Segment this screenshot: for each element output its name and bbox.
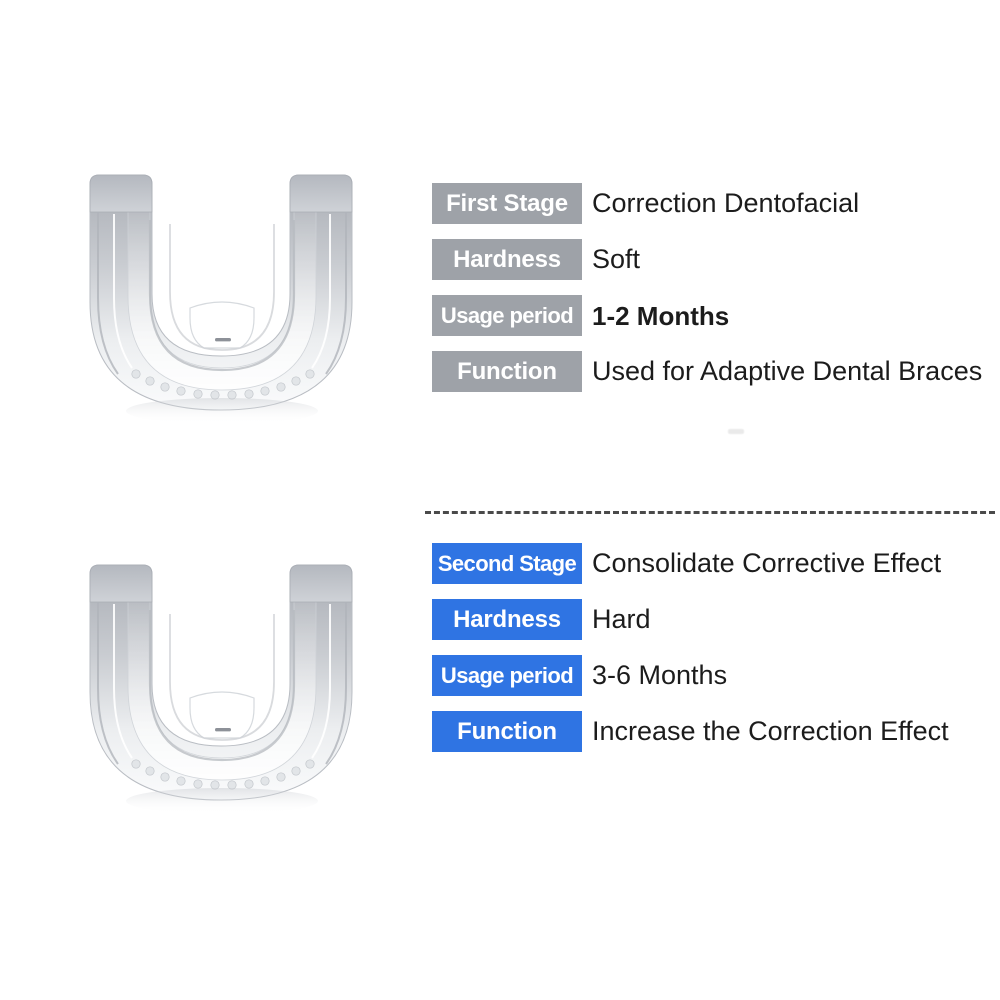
spec-value-stage: Correction Dentofacial bbox=[592, 188, 860, 218]
spec-row: Usage period 1-2 Months bbox=[432, 295, 998, 336]
spec-row: Hardness Soft bbox=[432, 239, 998, 280]
section-divider bbox=[425, 511, 995, 514]
spec-row: Usage period 3-6 Months bbox=[432, 655, 998, 696]
spec-value-usage-period: 1-2 Months bbox=[592, 300, 730, 331]
spec-value-stage: Consolidate Corrective Effect bbox=[592, 548, 942, 578]
spec-list-second-stage: Second Stage Consolidate Corrective Effe… bbox=[432, 543, 998, 752]
spec-value-function: Used for Adaptive Dental Braces bbox=[592, 356, 983, 386]
spec-label-usage-period: Usage period bbox=[432, 295, 582, 336]
spec-value-hardness: Soft bbox=[592, 244, 641, 274]
spec-label-stage: First Stage bbox=[432, 183, 582, 224]
dental-aligner-icon bbox=[89, 174, 353, 424]
spec-row: Hardness Hard bbox=[432, 599, 998, 640]
spec-row: Function Increase the Correction Effect bbox=[432, 711, 998, 752]
product-image-first-stage bbox=[72, 168, 372, 428]
spec-label-stage: Second Stage bbox=[432, 543, 582, 584]
spec-row: Second Stage Consolidate Corrective Effe… bbox=[432, 543, 998, 584]
infographic-canvas: First Stage Correction Dentofacial Hardn… bbox=[0, 0, 1000, 1000]
spec-value-hardness: Hard bbox=[592, 604, 651, 634]
spec-list-first-stage: First Stage Correction Dentofacial Hardn… bbox=[432, 183, 998, 392]
spec-value-function: Increase the Correction Effect bbox=[592, 716, 949, 746]
spec-label-hardness: Hardness bbox=[432, 239, 582, 280]
spec-row: First Stage Correction Dentofacial bbox=[432, 183, 998, 224]
spec-label-function: Function bbox=[432, 351, 582, 392]
spec-row: Function Used for Adaptive Dental Braces bbox=[432, 351, 998, 392]
dental-aligner-icon bbox=[89, 564, 353, 814]
spec-label-hardness: Hardness bbox=[432, 599, 582, 640]
spec-label-function: Function bbox=[432, 711, 582, 752]
spec-label-usage-period: Usage period bbox=[432, 655, 582, 696]
scan-artifact bbox=[728, 429, 744, 434]
product-image-second-stage bbox=[72, 558, 372, 818]
spec-value-usage-period: 3-6 Months bbox=[592, 660, 728, 690]
